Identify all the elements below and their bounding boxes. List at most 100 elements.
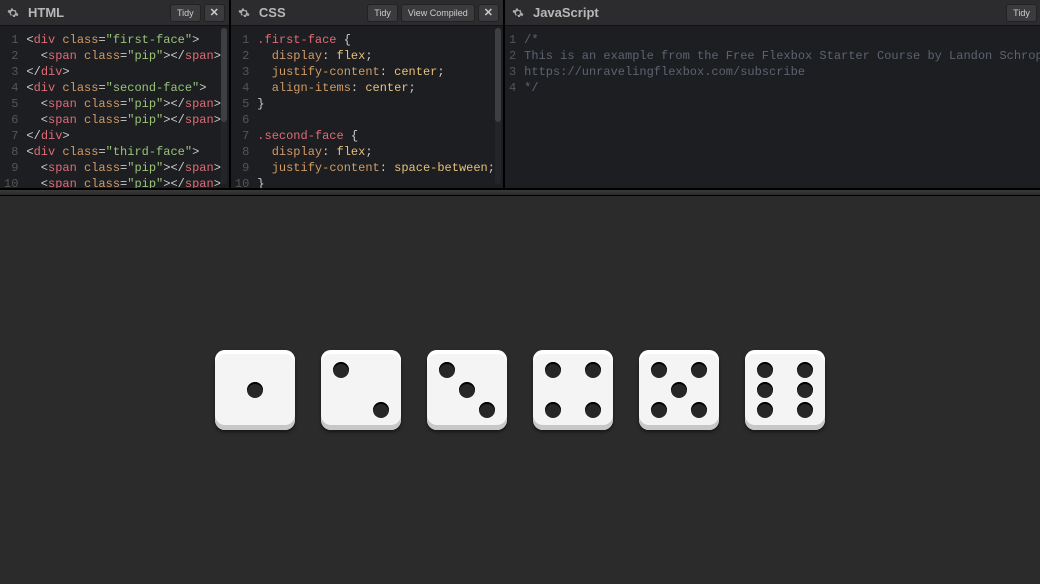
code-line[interactable]: This is an example from the Free Flexbox…	[524, 48, 1040, 64]
gear-icon[interactable]	[509, 4, 527, 22]
pip	[797, 402, 813, 418]
line-number: 1	[4, 32, 18, 48]
pip	[585, 362, 601, 378]
line-number: 3	[235, 64, 249, 80]
pip	[479, 402, 495, 418]
tidy-button[interactable]: Tidy	[170, 4, 201, 22]
code-line[interactable]: display: flex;	[257, 48, 495, 64]
pip	[691, 402, 707, 418]
code-line[interactable]: <span class="pip"></span>	[26, 96, 220, 112]
pip	[333, 362, 349, 378]
js-editor[interactable]: 1234 /*This is an example from the Free …	[505, 26, 1040, 188]
css-pane-header: CSS Tidy View Compiled ✕	[231, 0, 503, 26]
line-number: 10	[4, 176, 18, 188]
code-line[interactable]: <span class="pip"></span>	[26, 48, 220, 64]
line-number: 9	[4, 160, 18, 176]
line-number: 3	[4, 64, 18, 80]
pip	[797, 382, 813, 398]
close-icon[interactable]: ✕	[204, 4, 225, 22]
line-number: 1	[509, 32, 516, 48]
css-editor[interactable]: 12345678910 .first-face { display: flex;…	[231, 26, 503, 188]
code-area[interactable]: <div class="first-face"> <span class="pi…	[24, 26, 228, 188]
code-line[interactable]	[257, 112, 495, 128]
pip	[757, 362, 773, 378]
line-number: 8	[235, 144, 249, 160]
line-number: 3	[509, 64, 516, 80]
code-line[interactable]: <div class="second-face">	[26, 80, 220, 96]
css-pane: CSS Tidy View Compiled ✕ 12345678910 .fi…	[231, 0, 505, 188]
line-number: 8	[4, 144, 18, 160]
code-line[interactable]: https://unravelingflexbox.com/subscribe	[524, 64, 1040, 80]
gear-icon[interactable]	[4, 4, 22, 22]
pane-title: HTML	[28, 5, 164, 20]
code-line[interactable]: align-items: center;	[257, 80, 495, 96]
html-pane: HTML Tidy ✕ 12345678910 <div class="firs…	[0, 0, 231, 188]
line-number: 7	[4, 128, 18, 144]
tidy-button[interactable]: Tidy	[367, 4, 398, 22]
code-line[interactable]: /*	[524, 32, 1040, 48]
line-number: 6	[4, 112, 18, 128]
line-number: 4	[235, 80, 249, 96]
code-line[interactable]: <div class="first-face">	[26, 32, 220, 48]
code-line[interactable]: <span class="pip"></span>	[26, 112, 220, 128]
pip	[545, 362, 561, 378]
code-line[interactable]: }	[257, 176, 495, 188]
line-number: 2	[235, 48, 249, 64]
code-area[interactable]: .first-face { display: flex; justify-con…	[255, 26, 503, 188]
js-pane: JavaScript Tidy ✕ 1234 /*This is an exam…	[505, 0, 1040, 188]
tidy-button[interactable]: Tidy	[1006, 4, 1037, 22]
pip	[373, 402, 389, 418]
line-number: 1	[235, 32, 249, 48]
line-number: 5	[235, 96, 249, 112]
die-face-1	[215, 350, 295, 430]
pip	[691, 362, 707, 378]
output-pane	[0, 196, 1040, 584]
pip	[439, 362, 455, 378]
pip	[757, 402, 773, 418]
code-line[interactable]: </div>	[26, 128, 220, 144]
pip	[671, 382, 687, 398]
code-area[interactable]: /*This is an example from the Free Flexb…	[522, 26, 1040, 188]
pane-title: CSS	[259, 5, 361, 20]
scrollbar[interactable]	[495, 28, 501, 184]
die-face-2	[321, 350, 401, 430]
line-gutter: 12345678910	[231, 26, 255, 188]
code-line[interactable]: .first-face {	[257, 32, 495, 48]
code-line[interactable]: justify-content: space-between;	[257, 160, 495, 176]
line-gutter: 1234	[505, 26, 522, 188]
code-line[interactable]: <div class="third-face">	[26, 144, 220, 160]
line-number: 9	[235, 160, 249, 176]
close-icon[interactable]: ✕	[478, 4, 499, 22]
line-number: 2	[4, 48, 18, 64]
line-number: 5	[4, 96, 18, 112]
pip	[757, 382, 773, 398]
pip	[797, 362, 813, 378]
scrollbar[interactable]	[221, 28, 227, 184]
view-compiled-button[interactable]: View Compiled	[401, 4, 475, 22]
line-number: 6	[235, 112, 249, 128]
html-editor[interactable]: 12345678910 <div class="first-face"> <sp…	[0, 26, 229, 188]
pip	[545, 402, 561, 418]
die-face-4	[533, 350, 613, 430]
pip	[247, 382, 263, 398]
code-line[interactable]: justify-content: center;	[257, 64, 495, 80]
line-number: 4	[509, 80, 516, 96]
code-line[interactable]: </div>	[26, 64, 220, 80]
line-number: 2	[509, 48, 516, 64]
line-number: 10	[235, 176, 249, 188]
line-number: 7	[235, 128, 249, 144]
die-face-6	[745, 350, 825, 430]
code-line[interactable]: <span class="pip"></span>	[26, 160, 220, 176]
editor-row: HTML Tidy ✕ 12345678910 <div class="firs…	[0, 0, 1040, 190]
code-line[interactable]: display: flex;	[257, 144, 495, 160]
code-line[interactable]: .second-face {	[257, 128, 495, 144]
html-pane-header: HTML Tidy ✕	[0, 0, 229, 26]
gear-icon[interactable]	[235, 4, 253, 22]
code-line[interactable]: */	[524, 80, 1040, 96]
js-pane-header: JavaScript Tidy ✕	[505, 0, 1040, 26]
code-line[interactable]: <span class="pip"></span>	[26, 176, 220, 188]
pip	[459, 382, 475, 398]
pip	[651, 402, 667, 418]
line-gutter: 12345678910	[0, 26, 24, 188]
code-line[interactable]: }	[257, 96, 495, 112]
